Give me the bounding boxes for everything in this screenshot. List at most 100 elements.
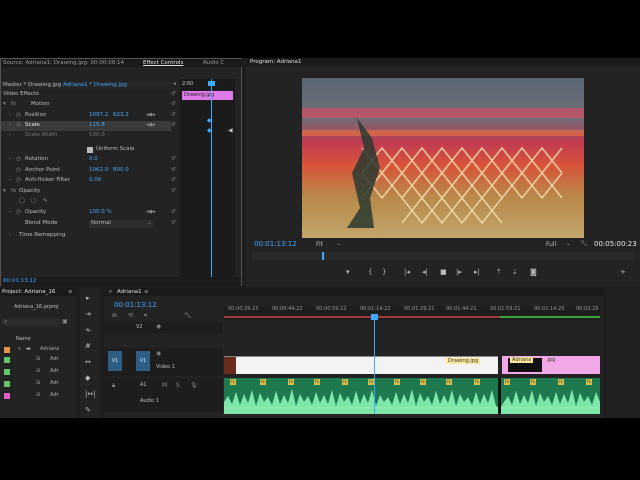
tab-sequence[interactable]: Adriana1 xyxy=(117,289,142,295)
rectangle-mask-icon[interactable]: ▢ xyxy=(31,198,36,204)
play-only-audio-icon[interactable]: ◂ xyxy=(173,81,176,87)
keyframe-nav-icon[interactable]: ◂◆▸ xyxy=(146,209,156,215)
timeline-timecode[interactable]: 00:01:13:12 xyxy=(114,301,157,309)
position-row[interactable]: › ◷ Position 1097.2 623.2 ◂◆▸ ↺ xyxy=(1,111,176,121)
razor-tool-icon[interactable]: ◆ xyxy=(85,374,90,382)
rate-stretch-tool-icon[interactable]: ↔ xyxy=(85,358,91,366)
list-item[interactable]: ⊞ Adr xyxy=(4,368,74,377)
program-playhead[interactable] xyxy=(322,252,324,260)
sequence-clip-label[interactable]: Adriana1 * Drawing.jpg xyxy=(63,82,127,88)
stopwatch-icon[interactable]: ◷ xyxy=(16,112,21,118)
reset-icon[interactable]: ↺ xyxy=(171,91,176,97)
stopwatch-icon[interactable]: ◷ xyxy=(16,122,21,128)
chevron-down-icon[interactable]: ⌄ xyxy=(336,240,341,247)
ec-footer-timecode[interactable]: 00:01:13:12 xyxy=(3,278,37,284)
tab-program[interactable]: Program: Adriana1 xyxy=(250,59,301,65)
timeline-playhead[interactable] xyxy=(374,318,375,414)
search-input[interactable]: ⌕ xyxy=(2,318,60,326)
stopwatch-icon[interactable]: ◷ xyxy=(16,156,21,162)
solo-s-icon[interactable]: S xyxy=(176,382,180,389)
blend-mode-row[interactable]: Blend Mode Normal ⌄ ↺ xyxy=(1,219,176,229)
track-header-v2[interactable]: V2 ◉ xyxy=(104,322,222,334)
add-marker-icon[interactable]: ▾ xyxy=(144,312,147,319)
stopwatch-icon[interactable]: ◷ xyxy=(16,167,21,173)
program-timecode[interactable]: 00:01:13:12 xyxy=(254,240,297,248)
new-bin-icon[interactable]: ▣ xyxy=(62,318,68,325)
tab-audio-clip-mixer[interactable]: Audio C xyxy=(203,60,224,66)
panel-menu-icon[interactable]: ≡ xyxy=(144,289,149,295)
scale-row[interactable]: › ◷ Scale 115.8 ◂◆▸ ↺ xyxy=(1,121,176,131)
uniform-scale-checkbox[interactable] xyxy=(87,147,93,153)
track-select-tool-icon[interactable]: ⇥ xyxy=(85,310,91,318)
video-clip-pink[interactable]: Adriana .jpg xyxy=(502,356,600,374)
keyframe-nav-icon[interactable]: ◂◆▸ xyxy=(146,122,156,128)
work-area-bar[interactable] xyxy=(224,316,500,318)
close-icon[interactable]: × xyxy=(108,289,113,295)
toggle-output-icon[interactable]: ◉ xyxy=(156,323,161,330)
add-marker-icon[interactable]: ▾ xyxy=(346,268,350,276)
slip-tool-icon[interactable]: |↔| xyxy=(85,390,96,398)
program-video-frame[interactable] xyxy=(302,78,584,238)
wrench-icon[interactable]: 🔧︎ xyxy=(580,240,588,247)
source-patch-v1[interactable]: V1 xyxy=(108,351,122,371)
quality-select[interactable]: Full xyxy=(546,241,556,248)
opacity-section-row[interactable]: ▾ fx Opacity ↺ xyxy=(1,187,176,197)
rolling-edit-tool-icon[interactable]: # xyxy=(85,342,91,350)
add-button-icon[interactable]: + xyxy=(620,268,626,276)
snap-icon[interactable]: ⋒ xyxy=(112,312,117,319)
lock-icon[interactable]: 🔒︎ xyxy=(112,382,115,390)
video-track-v1[interactable]: Drawing.jpg Adriana .jpg xyxy=(224,354,600,376)
mute-m-icon[interactable]: M xyxy=(162,382,167,389)
anchor-point-row[interactable]: ◷ Anchor Point 1062.0 800.0 ↺ xyxy=(1,166,176,176)
audio-track-a1[interactable]: fx fx fx fx fx fx fx fx fx fx fx fx fx f… xyxy=(224,378,600,414)
antiflicker-row[interactable]: › ◷ Anti-flicker Filter 0.00 ↺ xyxy=(1,176,176,186)
track-header-a1[interactable]: 🔒︎ A1 M S 🎙︎ Audio 1 xyxy=(104,378,222,412)
list-item[interactable]: ⊞ Adr xyxy=(4,380,74,389)
ripple-edit-tool-icon[interactable]: ⟛ xyxy=(85,326,91,335)
motion-row[interactable]: ▾ fx Motion ↺ xyxy=(1,100,176,110)
program-scrubber[interactable] xyxy=(252,252,634,260)
step-back-icon[interactable]: ◂| xyxy=(422,268,428,276)
position-x-value[interactable]: 1097.2 xyxy=(89,112,108,118)
extract-icon[interactable]: ⇣ xyxy=(512,268,518,276)
track-target-v1[interactable]: V1 xyxy=(136,351,150,371)
lift-icon[interactable]: ⇡ xyxy=(496,268,502,276)
fit-select[interactable]: Fit xyxy=(316,241,323,248)
time-remapping-row[interactable]: › Time Remapping xyxy=(1,231,171,241)
camera-icon[interactable]: ◙ xyxy=(530,268,537,276)
step-forward-icon[interactable]: |▸ xyxy=(456,268,462,276)
timeline-ruler[interactable]: 00:00:29:23 00:00:44:22 00:00:59:22 00:0… xyxy=(224,306,600,320)
selection-tool-icon[interactable]: ▸ xyxy=(86,294,90,302)
keyframe-scale-icon[interactable]: ◆ xyxy=(207,127,212,134)
chevron-down-icon[interactable]: ⌄ xyxy=(147,220,152,226)
tab-project[interactable]: Project: Adriana_16 xyxy=(2,289,55,295)
timeline-playhead-handle[interactable] xyxy=(371,314,378,320)
track-header-v1[interactable]: V1 V1 ◉ Video 1 xyxy=(104,348,222,376)
master-clip-label[interactable]: Master * Drawing.jpg xyxy=(3,82,61,88)
scale-value[interactable]: 115.8 xyxy=(89,122,105,128)
mark-out-icon[interactable]: } xyxy=(382,268,386,276)
opacity-row[interactable]: › ◷ Opacity 100.0 % ◂◆▸ ↺ xyxy=(1,208,176,218)
chevron-down-icon[interactable]: ⌄ xyxy=(566,240,571,247)
list-item[interactable]: ⊞ Adr xyxy=(4,392,74,401)
panel-menu-icon[interactable]: ≡ xyxy=(68,289,73,295)
ellipse-mask-icon[interactable]: ◯ xyxy=(19,198,25,204)
toggle-output-icon[interactable]: ◉ xyxy=(156,350,161,357)
pen-mask-icon[interactable]: ✎ xyxy=(43,198,48,204)
ec-playhead[interactable] xyxy=(211,79,212,279)
tab-source[interactable]: Source: Adriana1: Drawing.jpg: 00:00:08:… xyxy=(3,60,124,66)
rotation-row[interactable]: › ◷ Rotation 0.0 ↺ xyxy=(1,155,176,165)
go-to-out-icon[interactable]: ▸| xyxy=(474,268,480,276)
stopwatch-icon[interactable]: ◷ xyxy=(16,209,21,215)
list-item[interactable]: ▾ ▬ Adriana xyxy=(4,346,74,355)
list-item[interactable]: ⊞ Adr xyxy=(4,356,74,365)
video-clip[interactable]: Drawing.jpg xyxy=(224,356,498,374)
reset-motion-icon[interactable]: ↺ xyxy=(171,101,176,107)
linked-selection-icon[interactable]: ⟲ xyxy=(128,312,133,319)
ec-mini-timeline[interactable]: 2:00 Drawing.jpg ◆ ◆ ◀ xyxy=(180,79,235,279)
stop-icon[interactable]: ■ xyxy=(440,268,447,276)
pen-tool-icon[interactable]: ✎ xyxy=(85,406,91,414)
stopwatch-icon[interactable]: ◷ xyxy=(16,177,21,183)
tab-effect-controls[interactable]: Effect Controls xyxy=(143,60,183,66)
name-column-header[interactable]: Name xyxy=(16,336,31,342)
